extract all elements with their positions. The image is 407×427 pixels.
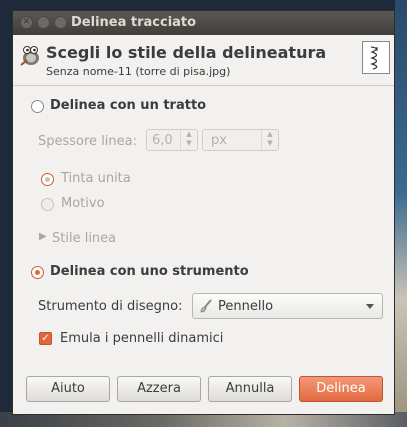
solid-color-radio[interactable]	[41, 173, 54, 186]
stroke-line-label[interactable]: Delinea con un tratto	[50, 98, 206, 113]
line-width-value[interactable]: 6,0	[152, 133, 173, 148]
chevron-down-icon	[366, 304, 374, 309]
spinner-arrows-icon[interactable]: ▲ ▼	[180, 130, 197, 150]
minimize-icon[interactable]	[37, 16, 50, 29]
close-icon[interactable]: ✕	[20, 16, 33, 29]
paint-tool-value: Pennello	[218, 299, 274, 314]
stroke-line-radio[interactable]	[31, 100, 44, 113]
dialog-header: Scegli lo stile della delineatura Senza …	[13, 35, 394, 85]
pattern-radio[interactable]	[41, 198, 54, 211]
dialog-heading: Scegli lo stile della delineatura	[46, 43, 327, 62]
pattern-label[interactable]: Motivo	[61, 196, 105, 211]
unit-selector[interactable]: px ▲ ▼	[202, 129, 279, 151]
header-separator	[13, 85, 394, 86]
image-name: Senza nome-11 (torre di pisa.jpg)	[46, 65, 231, 78]
line-style-expander[interactable]: Stile linea	[52, 231, 116, 246]
stroke-button[interactable]: Delinea	[299, 376, 383, 402]
line-width-spinner[interactable]: 6,0 ▲ ▼	[146, 129, 198, 151]
reset-button[interactable]: Azzera	[117, 376, 201, 402]
cancel-button[interactable]: Annulla	[208, 376, 292, 402]
paint-tool-label: Strumento di disegno:	[38, 299, 183, 314]
stroke-tool-label[interactable]: Delinea con uno strumento	[50, 264, 249, 279]
background-image	[395, 0, 407, 427]
expander-arrow-icon[interactable]: ▶	[39, 231, 47, 242]
gimp-wilber-icon	[20, 46, 39, 66]
stroke-tool-radio[interactable]	[31, 266, 44, 279]
solid-color-label[interactable]: Tinta unita	[61, 171, 131, 186]
emulate-dynamics-label[interactable]: Emula i pennelli dinamici	[60, 331, 223, 346]
unit-value[interactable]: px	[211, 133, 227, 148]
maximize-icon[interactable]	[54, 16, 67, 29]
help-button[interactable]: Aiuto	[26, 376, 110, 402]
unit-arrows-icon[interactable]: ▲ ▼	[261, 130, 278, 150]
window-title: Delinea tracciato	[71, 15, 197, 30]
title-bar: ✕ Delinea tracciato	[13, 11, 394, 35]
paint-tool-dropdown[interactable]: Pennello	[192, 293, 383, 319]
line-width-label: Spessore linea:	[38, 134, 137, 149]
stroke-path-dialog: ✕ Delinea tracciato Scegli lo stile dell…	[12, 10, 395, 415]
emulate-dynamics-checkbox[interactable]: ✓	[39, 332, 52, 345]
paintbrush-icon	[200, 299, 212, 313]
path-preview-icon	[362, 41, 390, 74]
